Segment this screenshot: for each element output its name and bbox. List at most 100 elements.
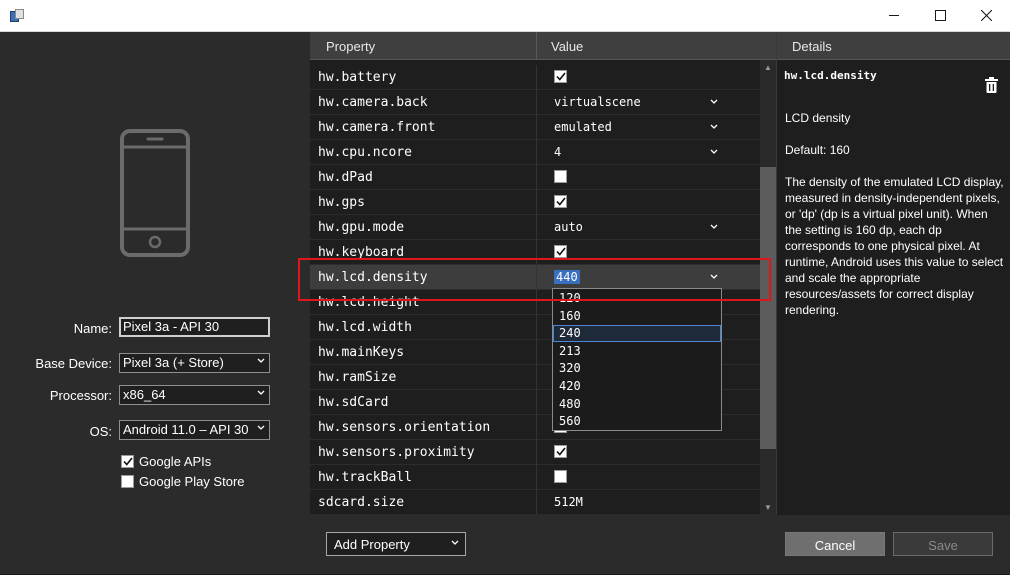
chevron-down-icon[interactable] [710,274,718,280]
details-description: The density of the emulated LCD display,… [785,175,1004,317]
processor-select[interactable]: x86_64 [119,385,270,405]
property-select-value[interactable]: 4 [554,145,561,159]
property-value[interactable]: 512M [554,495,583,509]
density-option[interactable]: 320 [553,360,721,377]
density-option[interactable]: 560 [553,413,721,430]
os-label: OS: [89,424,112,439]
chevron-down-icon [257,390,265,395]
property-row[interactable]: hw.dPad [310,165,760,190]
scroll-up-icon[interactable]: ▲ [764,63,772,72]
property-name: hw.camera.back [318,95,428,110]
property-checkbox[interactable] [554,245,567,258]
property-checkbox[interactable] [554,470,567,483]
property-name: hw.battery [318,70,397,85]
google-apis-checkbox[interactable] [121,455,134,468]
os-select[interactable]: Android 11.0 – API 30 [119,420,270,440]
chevron-down-icon [257,358,265,363]
maximize-icon [934,10,946,21]
minimize-icon [888,15,899,16]
name-label: Name: [73,321,112,336]
close-button[interactable] [963,0,1009,31]
title-bar [0,0,1010,32]
property-row[interactable]: hw.camera.front emulated [310,115,760,140]
property-row[interactable]: sdcard.size 512M [310,490,760,515]
property-row[interactable]: hw.cpu.ncore 4 [310,140,760,165]
trash-icon[interactable] [985,77,998,93]
property-name: hw.sensors.proximity [318,445,475,460]
checkmark-icon [555,197,566,206]
property-name: hw.dPad [318,170,373,185]
chevron-down-icon[interactable] [710,224,718,230]
property-name: hw.keyboard [318,245,405,260]
google-play-label: Google Play Store [139,474,245,489]
property-checkbox[interactable] [554,170,567,183]
property-grid: Property Value hw.battery hw.camera.back v… [310,32,776,515]
property-checkbox[interactable] [554,445,567,458]
cancel-button[interactable]: Cancel [785,532,885,556]
property-name: hw.sensors.orientation [318,420,491,435]
details-panel: Details hw.lcd.density LCD density Defau… [776,32,1010,515]
processor-value: x86_64 [123,387,166,402]
density-option[interactable]: 120 [553,290,721,307]
chevron-down-icon[interactable] [710,99,718,105]
property-row[interactable]: hw.camera.back virtualscene [310,90,760,115]
base-device-value: Pixel 3a (+ Store) [123,355,224,370]
property-name: hw.camera.front [318,120,436,135]
property-row[interactable]: hw.trackBall [310,465,760,490]
density-option[interactable]: 160 [553,308,721,325]
add-property-label: Add Property [334,537,410,552]
property-name: hw.mainKeys [318,345,405,360]
property-select-value[interactable]: emulated [554,120,612,134]
density-option[interactable]: 213 [553,343,721,360]
chevron-down-icon[interactable] [710,149,718,155]
property-name: hw.lcd.height [318,295,420,310]
os-value: Android 11.0 – API 30 [123,422,249,437]
checkmark-icon [122,457,133,466]
chevron-down-icon [451,540,459,545]
device-panel: Name: Pixel 3a - API 30 Base Device: Pix… [0,32,310,575]
property-name: hw.gps [318,195,365,210]
checkmark-icon [555,247,566,256]
base-device-select[interactable]: Pixel 3a (+ Store) [119,353,270,373]
value-column-header[interactable]: Value [551,39,583,54]
details-default: Default: 160 [785,143,850,157]
property-row[interactable]: hw.gps [310,190,760,215]
name-field[interactable]: Pixel 3a - API 30 [119,317,270,337]
minimize-button[interactable] [871,0,917,31]
app-icon [10,9,24,22]
property-select-value[interactable]: virtualscene [554,95,641,109]
property-name: sdcard.size [318,495,405,510]
chevron-down-icon[interactable] [710,124,718,130]
processor-label: Processor: [49,388,112,403]
google-play-checkbox[interactable] [121,475,134,488]
grid-scroll-thumb[interactable] [760,167,776,449]
property-select-value[interactable]: auto [554,220,583,234]
property-row[interactable]: hw.sensors.proximity [310,440,760,465]
property-row[interactable]: hw.gpu.mode auto [310,215,760,240]
chevron-down-icon [257,425,265,430]
property-row[interactable]: hw.lcd.density 440 [310,265,760,290]
property-name: hw.cpu.ncore [318,145,412,160]
property-row[interactable]: hw.battery [310,65,760,90]
maximize-button[interactable] [917,0,963,31]
phone-icon [120,129,190,257]
property-row[interactable]: hw.keyboard [310,240,760,265]
property-column-header[interactable]: Property [326,39,375,54]
property-name: hw.ramSize [318,370,397,385]
google-play-option[interactable]: Google Play Store [121,474,245,489]
scroll-down-icon[interactable]: ▼ [764,503,772,512]
density-dropdown-list: 120 160 240 213 320 420 480 560 [552,288,722,431]
details-title: hw.lcd.density [784,69,877,82]
property-name: hw.gpu.mode [318,220,405,235]
property-checkbox[interactable] [554,70,567,83]
add-property-select[interactable]: Add Property [326,532,466,556]
density-option[interactable]: 480 [553,396,721,413]
property-select-value[interactable]: 440 [554,270,580,284]
density-option[interactable]: 240 [553,325,721,343]
save-button[interactable]: Save [893,532,993,556]
google-apis-option[interactable]: Google APIs [121,454,211,469]
density-option[interactable]: 420 [553,378,721,395]
property-checkbox[interactable] [554,195,567,208]
property-name: hw.sdCard [318,395,389,410]
details-summary: LCD density [785,111,851,125]
